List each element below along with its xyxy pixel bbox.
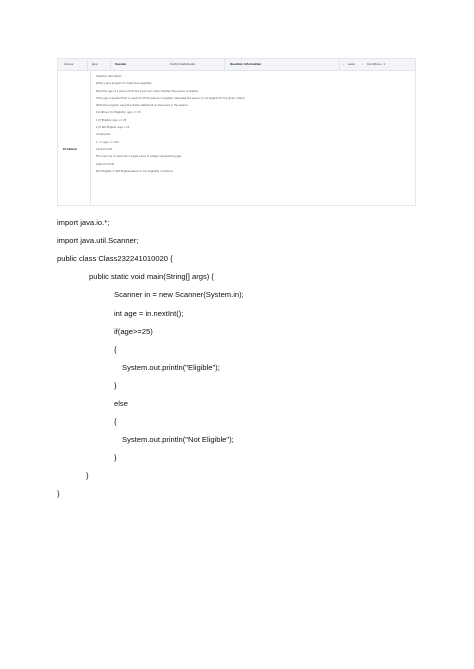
code-line: } [57, 489, 60, 498]
code-line: System.out.println("Not Eligible"); [122, 435, 234, 444]
question-header-bar: Course Java Session Control statements Q… [58, 59, 415, 71]
code-line: } [86, 471, 89, 480]
question-information-label: Question Information [230, 63, 262, 66]
description-line: Read the age of a person from the input … [96, 89, 199, 93]
course-value: Java [92, 63, 98, 66]
level-value: Conditions - 1 [367, 63, 385, 66]
description-line: 1 <= age <= 100 [96, 140, 119, 144]
description-line: If the age is greater than or equal to 2… [96, 96, 246, 100]
code-line: int age = in.nextInt(); [114, 309, 184, 318]
description-line: Question description [96, 75, 122, 78]
level-label: Level [348, 63, 355, 66]
code-line: import java.util.Scanner; [57, 236, 139, 245]
code-line: if(age>=25) [114, 327, 153, 336]
header-divider [224, 59, 225, 70]
code-line: { [114, 345, 117, 354]
description-line: Output Format [96, 162, 115, 166]
problem-label: Problem [63, 147, 78, 151]
description-line: 2) If Not Eligible: Age < 25 [96, 126, 130, 130]
code-line: else [114, 399, 128, 408]
code-line: Scanner in = new Scanner(System.in); [114, 290, 244, 299]
header-divider [339, 59, 340, 70]
description-line: Write a Java program to determine eligib… [96, 82, 153, 86]
question-screenshot: Course Java Session Control statements Q… [57, 58, 416, 206]
description-line: The only line of input has a single valu… [96, 155, 182, 159]
document-page: Course Java Session Control statements Q… [0, 0, 474, 669]
code-line: System.out.println("Eligible"); [122, 363, 220, 372]
header-divider [87, 59, 88, 70]
code-line: public static void main(String[] args) { [89, 272, 214, 281]
chevron-left-icon[interactable]: ‹ [343, 59, 344, 70]
description-line: Write the program using the if-else stat… [96, 104, 189, 108]
header-divider [110, 59, 111, 70]
session-value: Control statements [170, 63, 195, 66]
code-line: } [114, 381, 117, 390]
code-line: public class Class232241010020 { [57, 254, 173, 263]
chevron-right-icon[interactable]: › [362, 59, 363, 70]
code-line: import java.io.*; [57, 218, 110, 227]
description-line: Print Eligible or Not Eligible based on … [96, 169, 174, 173]
problem-description: Question description Write a Java progra… [96, 73, 412, 175]
code-line: { [114, 417, 117, 426]
description-line: 1) If Eligible: Age >= 25 [96, 118, 127, 122]
description-line: Input Format [96, 147, 113, 151]
code-line: } [114, 453, 117, 462]
session-label: Session [115, 63, 127, 66]
course-label: Course [64, 63, 74, 66]
description-line: Constraints [96, 133, 111, 137]
problem-label-column: Problem [58, 71, 91, 205]
description-line: Conditions for Eligibility: age >= 25 [96, 111, 141, 115]
